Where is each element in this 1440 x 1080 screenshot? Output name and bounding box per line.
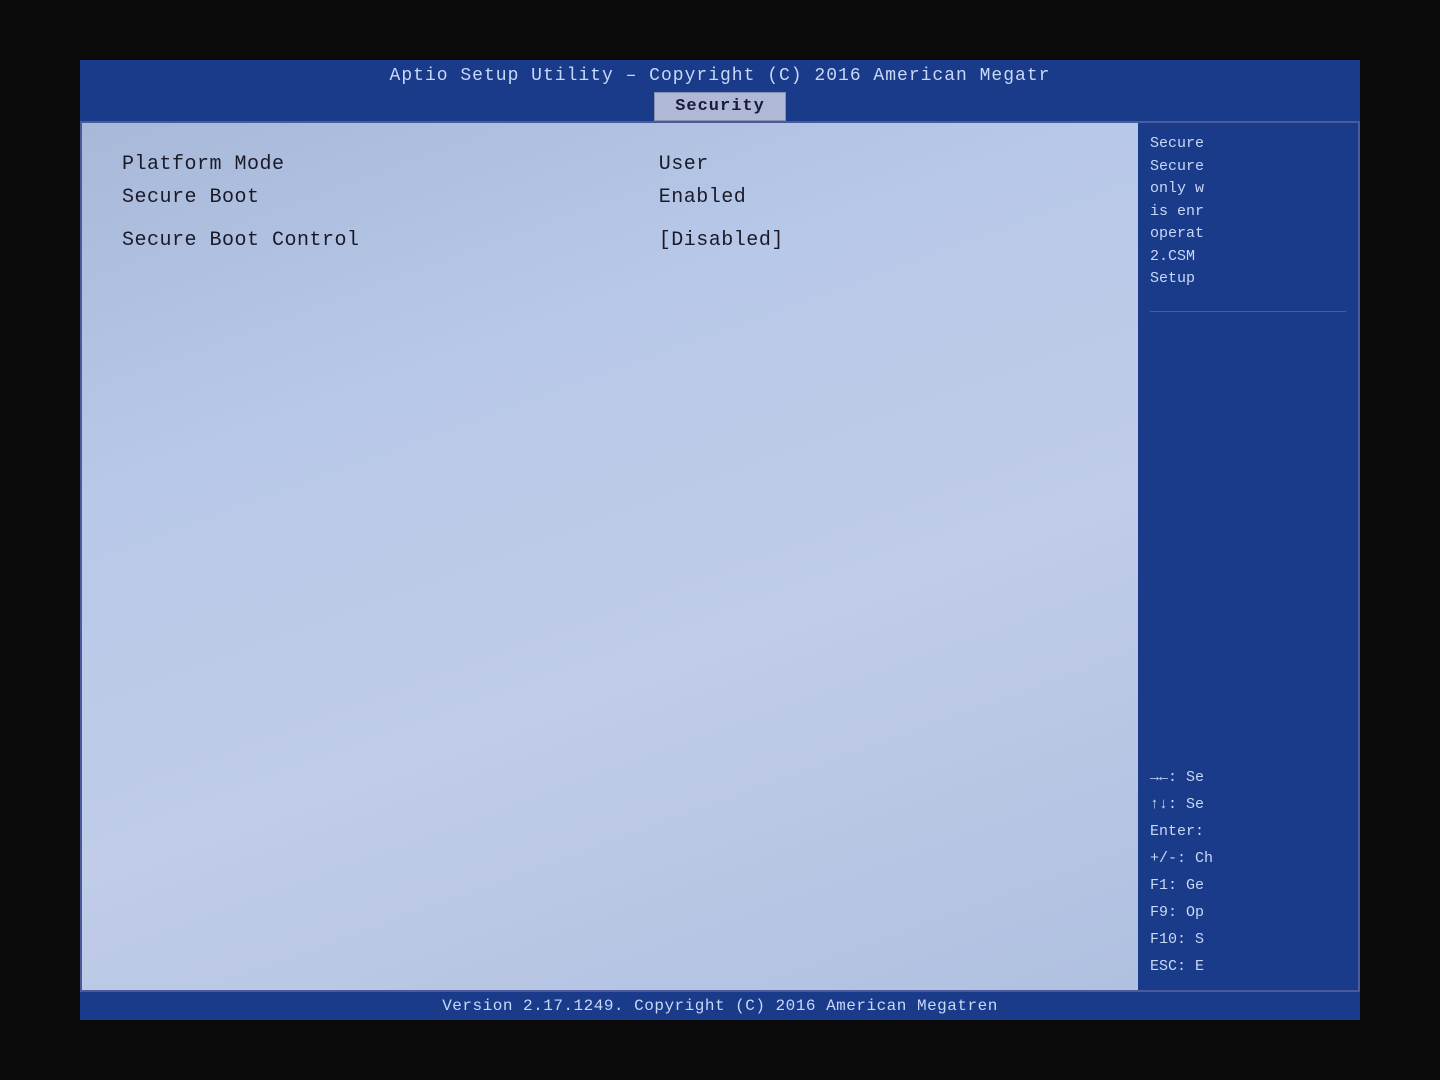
title-bar: Aptio Setup Utility – Copyright (C) 2016…	[80, 60, 1360, 92]
platform-mode-value: User	[659, 153, 1098, 176]
platform-mode-label: Platform Mode	[122, 153, 659, 176]
secure-boot-control-label: Secure Boot Control	[122, 229, 659, 252]
help-divider	[1150, 311, 1346, 312]
title-text: Aptio Setup Utility – Copyright (C) 2016…	[390, 66, 1051, 86]
table-row[interactable]: Secure Boot Enabled	[122, 186, 1098, 209]
help-description: Secure Secure only w is enr operat 2.CSM…	[1150, 133, 1346, 291]
table-row[interactable]: Secure Boot Control [Disabled]	[122, 229, 1098, 252]
help-keys: →←: Se ↑↓: Se Enter: +/-: Ch F1: Ge F9: …	[1150, 764, 1346, 980]
secure-boot-control-value: [Disabled]	[659, 229, 1098, 252]
security-tab[interactable]: Security	[654, 92, 786, 121]
secure-boot-value: Enabled	[659, 186, 1098, 209]
bios-screen: Aptio Setup Utility – Copyright (C) 2016…	[80, 60, 1360, 1020]
status-bar: Version 2.17.1249. Copyright (C) 2016 Am…	[80, 992, 1360, 1020]
tab-bar: Security	[80, 92, 1360, 121]
secure-boot-label: Secure Boot	[122, 186, 659, 209]
table-row[interactable]: Platform Mode User	[122, 153, 1098, 176]
main-area: Platform Mode User Secure Boot Enabled S…	[80, 121, 1360, 992]
help-panel: Secure Secure only w is enr operat 2.CSM…	[1138, 123, 1358, 990]
settings-table: Platform Mode User Secure Boot Enabled S…	[122, 153, 1098, 252]
version-text: Version 2.17.1249. Copyright (C) 2016 Am…	[442, 997, 998, 1015]
content-panel: Platform Mode User Secure Boot Enabled S…	[82, 123, 1138, 990]
